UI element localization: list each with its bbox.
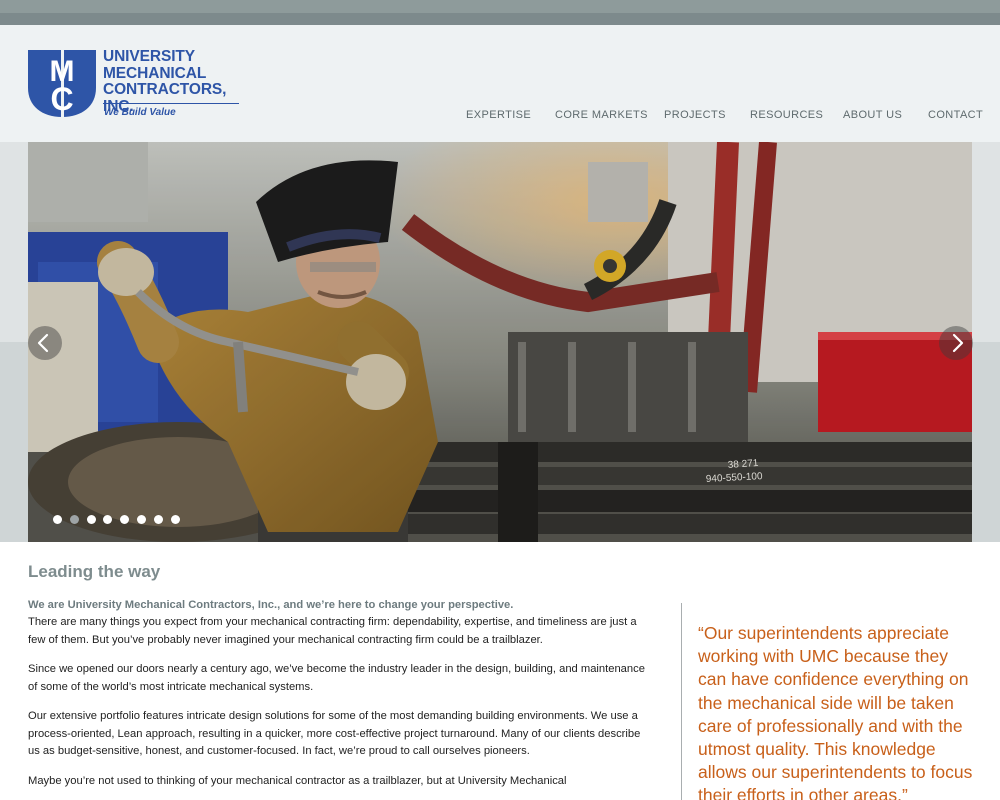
nav-item-projects[interactable]: PROJECTS (664, 109, 726, 121)
carousel-dot[interactable] (137, 515, 146, 524)
company-name-line-1: UNIVERSITY (103, 48, 196, 65)
top-bar (0, 0, 1000, 25)
trailblazer-paragraph: Maybe you’re not used to thinking of you… (28, 774, 567, 787)
company-name: UNIVERSITY MECHANICAL CONTRACTORS, INC. (103, 48, 243, 115)
nav-item-about-us[interactable]: ABOUT US (843, 109, 902, 121)
section-heading: Leading the way (28, 562, 161, 581)
mc-shield-icon: M C (28, 50, 96, 117)
nav-item-resources[interactable]: RESOURCES (750, 109, 823, 121)
company-name-line-2: MECHANICAL (103, 64, 207, 82)
lead-sentence: We are University Mechanical Contractors… (28, 599, 514, 611)
quote-divider (681, 603, 682, 800)
hero-slide-image: 38 271 940-550-100 (28, 142, 972, 542)
nav-item-expertise[interactable]: EXPERTISE (466, 109, 531, 121)
chevron-left-icon (37, 333, 49, 353)
testimonial-quote: “Our superintendents appreciate working … (698, 623, 973, 800)
chevron-right-icon (952, 333, 964, 353)
carousel-dot[interactable] (53, 515, 62, 524)
intro-paragraph: There are many things you expect from yo… (28, 616, 637, 646)
main-content: Leading the way We are University Mechan… (28, 562, 648, 800)
nav-item-core-markets[interactable]: CORE MARKETS (555, 109, 648, 121)
logo-rule (103, 103, 239, 104)
carousel-dot[interactable] (170, 515, 180, 524)
carousel-dot[interactable] (69, 515, 79, 524)
welder-photo: 38 271 940-550-100 (28, 142, 972, 542)
main-nav: EXPERTISE CORE MARKETS PROJECTS RESOURCE… (0, 109, 1000, 125)
site-header: M C UNIVERSITY MECHANICAL CONTRACTORS, I… (0, 25, 1000, 142)
history-paragraph: Since we opened our doors nearly a centu… (28, 663, 645, 693)
portfolio-paragraph: Our extensive portfolio features intrica… (28, 710, 641, 757)
carousel-prev-button[interactable] (28, 326, 62, 360)
nav-item-contact[interactable]: CONTACT (928, 109, 983, 121)
carousel-next-button[interactable] (939, 326, 973, 360)
carousel-dot[interactable] (153, 515, 163, 524)
carousel-dot[interactable] (86, 515, 96, 524)
